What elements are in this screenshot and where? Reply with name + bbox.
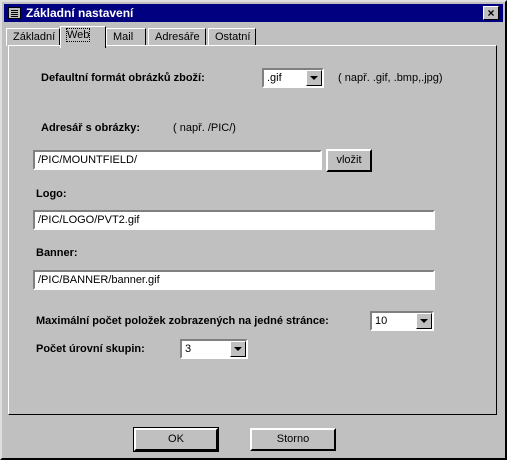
- cancel-button[interactable]: Storno: [250, 428, 336, 451]
- max-items-value: 10: [375, 315, 388, 327]
- app-icon: [8, 7, 21, 19]
- tab-mail[interactable]: Mail: [106, 28, 146, 46]
- ok-button[interactable]: OK: [133, 427, 219, 452]
- image-format-hint: ( např. .gif, .bmp,.jpg): [338, 72, 443, 84]
- web-settings-panel: [8, 45, 497, 415]
- chevron-down-icon[interactable]: [306, 70, 322, 86]
- banner-label: Banner:: [36, 247, 78, 259]
- logo-input[interactable]: /PIC/LOGO/PVT2.gif: [33, 210, 435, 230]
- tab-zakladni[interactable]: Základní: [6, 28, 60, 46]
- group-levels-label: Počet úrovní skupin:: [36, 343, 145, 355]
- chevron-down-icon[interactable]: [230, 341, 246, 357]
- tab-adresare[interactable]: Adresáře: [148, 28, 206, 46]
- group-levels-select[interactable]: 3: [180, 339, 248, 359]
- close-button[interactable]: ×: [483, 6, 499, 20]
- image-dir-label: Adresář s obrázky:: [41, 122, 141, 134]
- max-items-select[interactable]: 10: [370, 311, 434, 331]
- image-format-label: Defaultní formát obrázků zboží:: [41, 72, 205, 84]
- window-title: Základní nastavení: [26, 6, 134, 20]
- image-dir-input[interactable]: /PIC/MOUNTFIELD/: [33, 150, 322, 170]
- tab-ostatni[interactable]: Ostatní: [208, 28, 256, 46]
- tab-web[interactable]: Web: [60, 26, 106, 48]
- group-levels-value: 3: [185, 343, 192, 355]
- logo-label: Logo:: [36, 188, 67, 200]
- image-format-select[interactable]: .gif: [262, 68, 324, 88]
- title-bar[interactable]: Základní nastavení ×: [4, 4, 503, 22]
- image-format-value: .gif: [267, 72, 282, 84]
- banner-input[interactable]: /PIC/BANNER/banner.gif: [33, 270, 435, 290]
- image-dir-hint: ( např. /PIC/): [173, 122, 236, 134]
- chevron-down-icon[interactable]: [416, 313, 432, 329]
- max-items-label: Maximální počet položek zobrazených na j…: [36, 315, 329, 327]
- insert-button[interactable]: vložit: [326, 149, 372, 172]
